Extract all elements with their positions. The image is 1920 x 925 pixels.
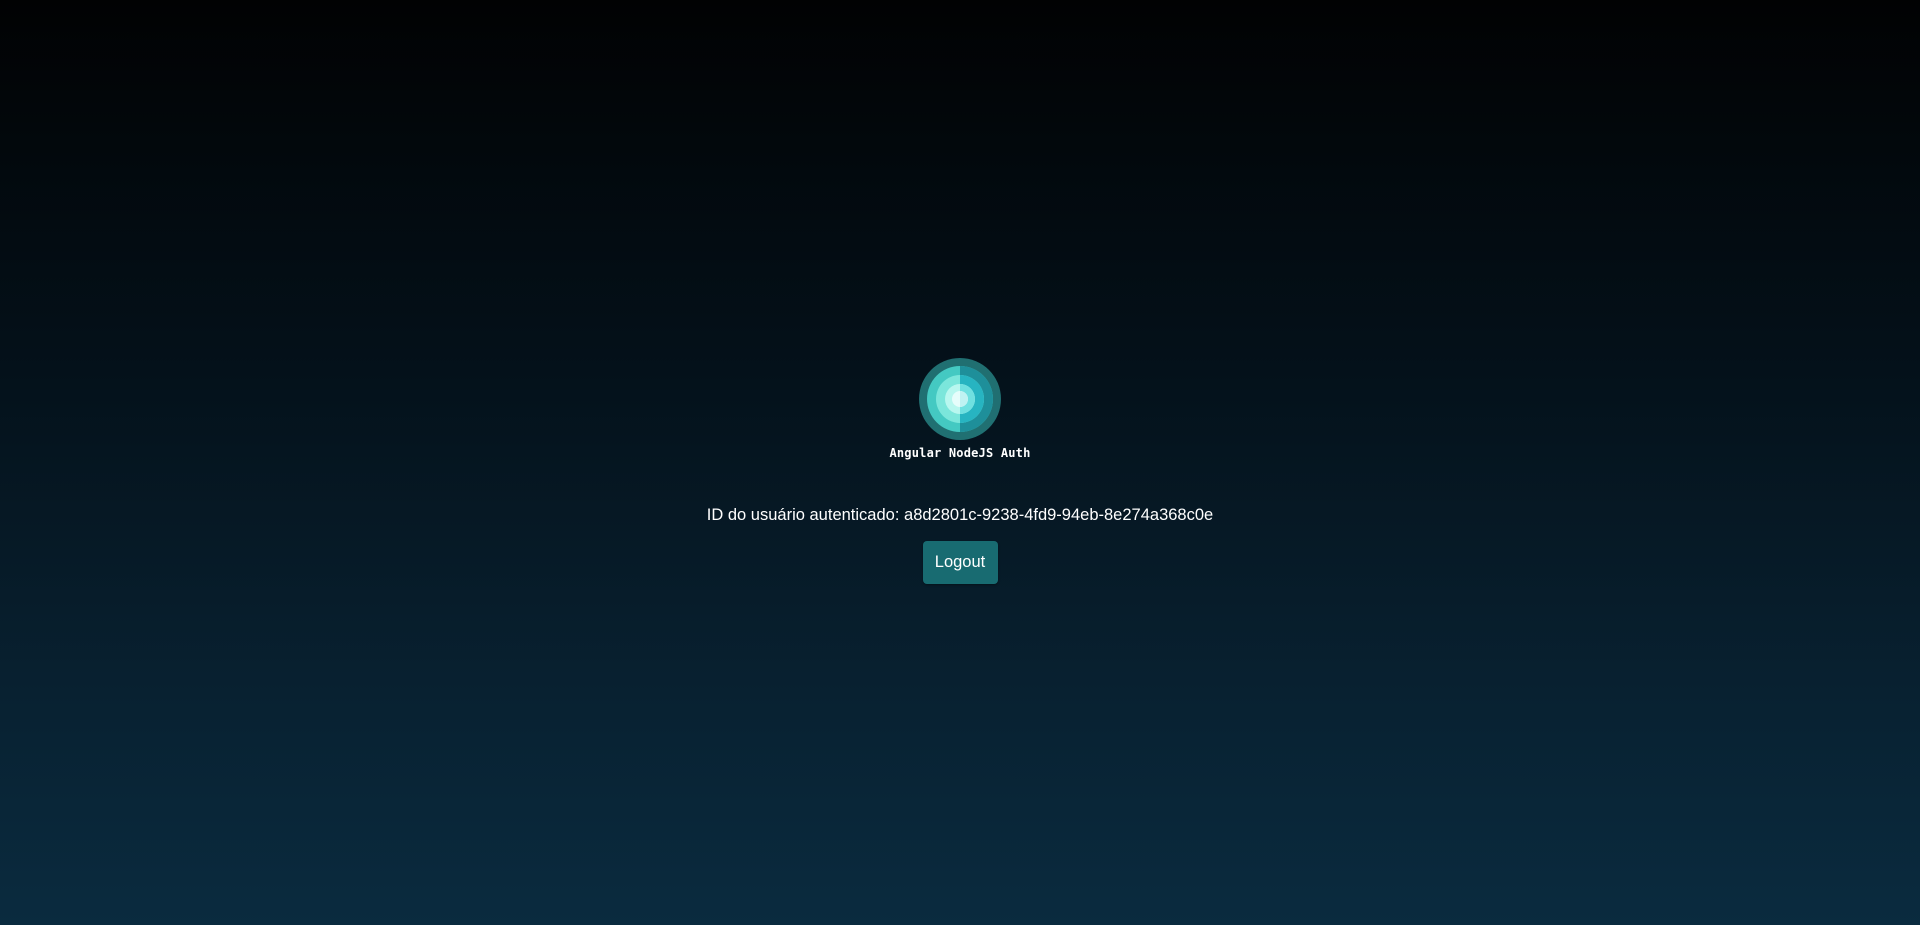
logout-button[interactable]: Logout [922,541,998,584]
user-id-label: ID do usuário autenticado: [706,506,900,524]
auth-panel: Angular NodeJS Auth ID do usuário autent… [0,358,1920,584]
authenticated-user-id: ID do usuário autenticado: a8d2801c-9238… [707,506,1213,525]
user-id-value: a8d2801c-9238-4fd9-94eb-8e274a368c0e [904,506,1214,524]
app-name: Angular NodeJS Auth [889,446,1031,460]
concentric-circles-logo-icon [919,358,1001,440]
